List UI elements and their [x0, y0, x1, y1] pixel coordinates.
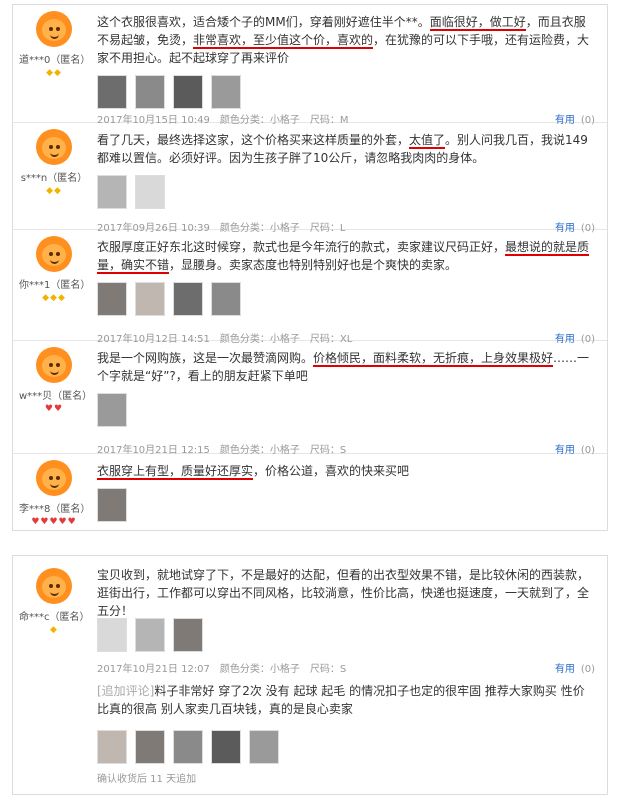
review-thumbnails: [97, 618, 203, 652]
reviewer-badges: ◆◆: [46, 68, 62, 78]
review-text: 看了几天，最终选择这家，这个价格买来这样质量的外套，太值了。别人问我几百，我说1…: [97, 131, 595, 209]
review-photo-thumb[interactable]: [135, 282, 165, 316]
review-text-segment: ，价格公道，喜欢的快来买吧: [253, 464, 410, 478]
review-panel-followup: 命***c（匿名） ◆ 宝贝收到，就地试穿了下，不是最好的达配，但看的出衣型效果不错…: [12, 555, 608, 795]
avatar: [36, 568, 72, 604]
avatar-eye: [56, 145, 60, 149]
review-text-segment: 这个衣服很喜欢，适合矮个子的MM们，穿着刚好遮住半个**。: [97, 15, 430, 29]
review-item: 你***1（匿名） ◆◆◆ 衣服厚度正好东北这时候穿，款式也是今年流行的款式，卖家建…: [13, 230, 607, 345]
reviewer-badges: ♥♥♥♥♥: [31, 517, 77, 527]
highlighted-text: 非常喜欢，至少值这个价，喜欢的: [193, 33, 374, 49]
review-thumbnails: [97, 75, 595, 109]
followup-photo-thumb[interactable]: [173, 730, 203, 764]
review-photo-thumb[interactable]: [97, 75, 127, 109]
avatar-eye: [49, 252, 53, 256]
review-meta: 2017年10月21日 12:07 颜色分类：小格子 尺码：S: [97, 660, 595, 675]
followup-thumbnails: [97, 730, 279, 764]
review-text: 我是一个网购族，这是一次最赞滴网购。价格倾民，面料柔软，无折痕，上身效果极好………: [97, 349, 595, 427]
reviewer-name: s***n（匿名）: [20, 173, 88, 184]
review-photo-thumb[interactable]: [135, 75, 165, 109]
review-thumbnails: [97, 488, 595, 522]
followup-time: 确认收货后 11 天追加: [97, 774, 197, 785]
avatar: [36, 347, 72, 383]
followup-photo-thumb[interactable]: [97, 730, 127, 764]
avatar-eye: [56, 252, 60, 256]
reviewer-badges: ◆◆◆: [42, 293, 66, 303]
followup-comment: [追加评论]料子非常好 穿了2次 没有 起球 起毛 的情况扣子也定的很牢固 推荐…: [97, 682, 595, 718]
avatar-eye: [56, 27, 60, 31]
useful-button[interactable]: 有用: [555, 664, 575, 675]
reviews-panel: 道***0（匿名） ◆◆ 这个衣服很喜欢，适合矮个子的MM们，穿着刚好遮住半个**。…: [12, 4, 608, 531]
highlighted-text: 面临很好，做工好: [429, 15, 526, 31]
review-thumbnails: [97, 393, 595, 427]
avatar-eye: [49, 476, 53, 480]
avatar-eye: [56, 363, 60, 367]
review-photo-thumb[interactable]: [97, 175, 127, 209]
avatar: [36, 11, 72, 47]
highlighted-text: 太值了: [409, 133, 446, 149]
review-text-segment: 我是一个网购族，这是一次最赞滴网购。: [97, 351, 314, 365]
review-photo-thumb[interactable]: [211, 282, 241, 316]
avatar-eye: [56, 584, 60, 588]
review-photo-thumb[interactable]: [211, 75, 241, 109]
review-thumbnails: [97, 282, 595, 316]
avatar-eye: [49, 27, 53, 31]
followup-photo-thumb[interactable]: [211, 730, 241, 764]
useful-vote: 有用 (0): [555, 660, 595, 675]
reviewer-badges: ♥♥: [44, 404, 64, 414]
reviewer: 道***0（匿名） ◆◆: [19, 5, 91, 78]
reviewer: 李***8（匿名） ♥♥♥♥♥: [19, 454, 91, 527]
reviewer-name: 你***1（匿名）: [19, 280, 91, 291]
avatar-eye: [49, 584, 53, 588]
review-date: 2017年10月21日 12:07: [97, 664, 210, 675]
review-item: w***贝（匿名） ♥♥ 我是一个网购族，这是一次最赞滴网购。价格倾民，面料柔软，无…: [13, 341, 607, 456]
reviewer-name: 道***0（匿名）: [19, 55, 91, 66]
review-item: 李***8（匿名） ♥♥♥♥♥ 衣服穿上有型，质量好还厚实，价格公道，喜欢的快来买吧: [13, 454, 607, 532]
highlighted-text: 衣服穿上有型，质量好还厚实: [97, 464, 254, 480]
review-text-segment: ，显腰身。卖家态度也特别特别好也是个爽快的卖家。: [169, 258, 458, 272]
review-text-segment: 衣服厚度正好东北这时候穿，款式也是今年流行的款式，卖家建议尺码正好，: [97, 240, 506, 254]
review-photo-thumb[interactable]: [173, 75, 203, 109]
review-photo-thumb[interactable]: [173, 618, 203, 652]
reviewer-badges: ◆◆: [46, 186, 62, 196]
review-thumbnails: [97, 175, 595, 209]
followup-photo-thumb[interactable]: [135, 730, 165, 764]
avatar-eye: [56, 476, 60, 480]
avatar-eye: [49, 363, 53, 367]
review-item: s***n（匿名） ◆◆ 看了几天，最终选择这家，这个价格买来这样质量的外套，太值了…: [13, 123, 607, 234]
review-photo-thumb[interactable]: [97, 488, 127, 522]
reviewer-name: 李***8（匿名）: [19, 504, 91, 515]
reviewer-badges: ◆: [50, 625, 58, 635]
avatar: [36, 129, 72, 165]
review-photo-thumb[interactable]: [173, 282, 203, 316]
reviewer: 你***1（匿名） ◆◆◆: [19, 230, 91, 303]
reviewer: s***n（匿名） ◆◆: [19, 123, 89, 196]
review-color: 颜色分类：小格子: [219, 664, 300, 675]
reviewer-name: w***贝（匿名）: [19, 391, 93, 402]
review-text: 衣服厚度正好东北这时候穿，款式也是今年流行的款式，卖家建议尺码正好，最想说的就是…: [97, 238, 595, 316]
avatar: [36, 236, 72, 272]
review-text-segment: 看了几天，最终选择这家，这个价格买来这样质量的外套，: [97, 133, 410, 147]
reviewer: 命***c（匿名） ◆: [19, 562, 90, 635]
followup-tag: [追加评论]: [97, 684, 155, 698]
reviewer-name: 命***c（匿名）: [19, 612, 90, 623]
review-photo-thumb[interactable]: [97, 282, 127, 316]
review-size: 尺码：S: [309, 664, 347, 675]
review-photo-thumb[interactable]: [97, 393, 127, 427]
avatar-eye: [49, 145, 53, 149]
review-photo-thumb[interactable]: [135, 175, 165, 209]
reviewer: w***贝（匿名） ♥♥: [19, 341, 93, 414]
highlighted-text: 价格倾民，面料柔软，无折痕，上身效果极好: [313, 351, 554, 367]
review-photo-thumb[interactable]: [97, 618, 127, 652]
followup-photo-thumb[interactable]: [249, 730, 279, 764]
review-text: 这个衣服很喜欢，适合矮个子的MM们，穿着刚好遮住半个**。面临很好，做工好，而且…: [97, 13, 595, 109]
followup-text: 料子非常好 穿了2次 没有 起球 起毛 的情况扣子也定的很牢固 推荐大家购买 性…: [97, 684, 585, 716]
useful-count: (0): [580, 664, 595, 675]
review-thumbnails-wrap: [97, 610, 203, 652]
review-text: 衣服穿上有型，质量好还厚实，价格公道，喜欢的快来买吧: [97, 462, 595, 522]
review-item: 道***0（匿名） ◆◆ 这个衣服很喜欢，适合矮个子的MM们，穿着刚好遮住半个**。…: [13, 5, 607, 126]
review-photo-thumb[interactable]: [135, 618, 165, 652]
avatar: [36, 460, 72, 496]
